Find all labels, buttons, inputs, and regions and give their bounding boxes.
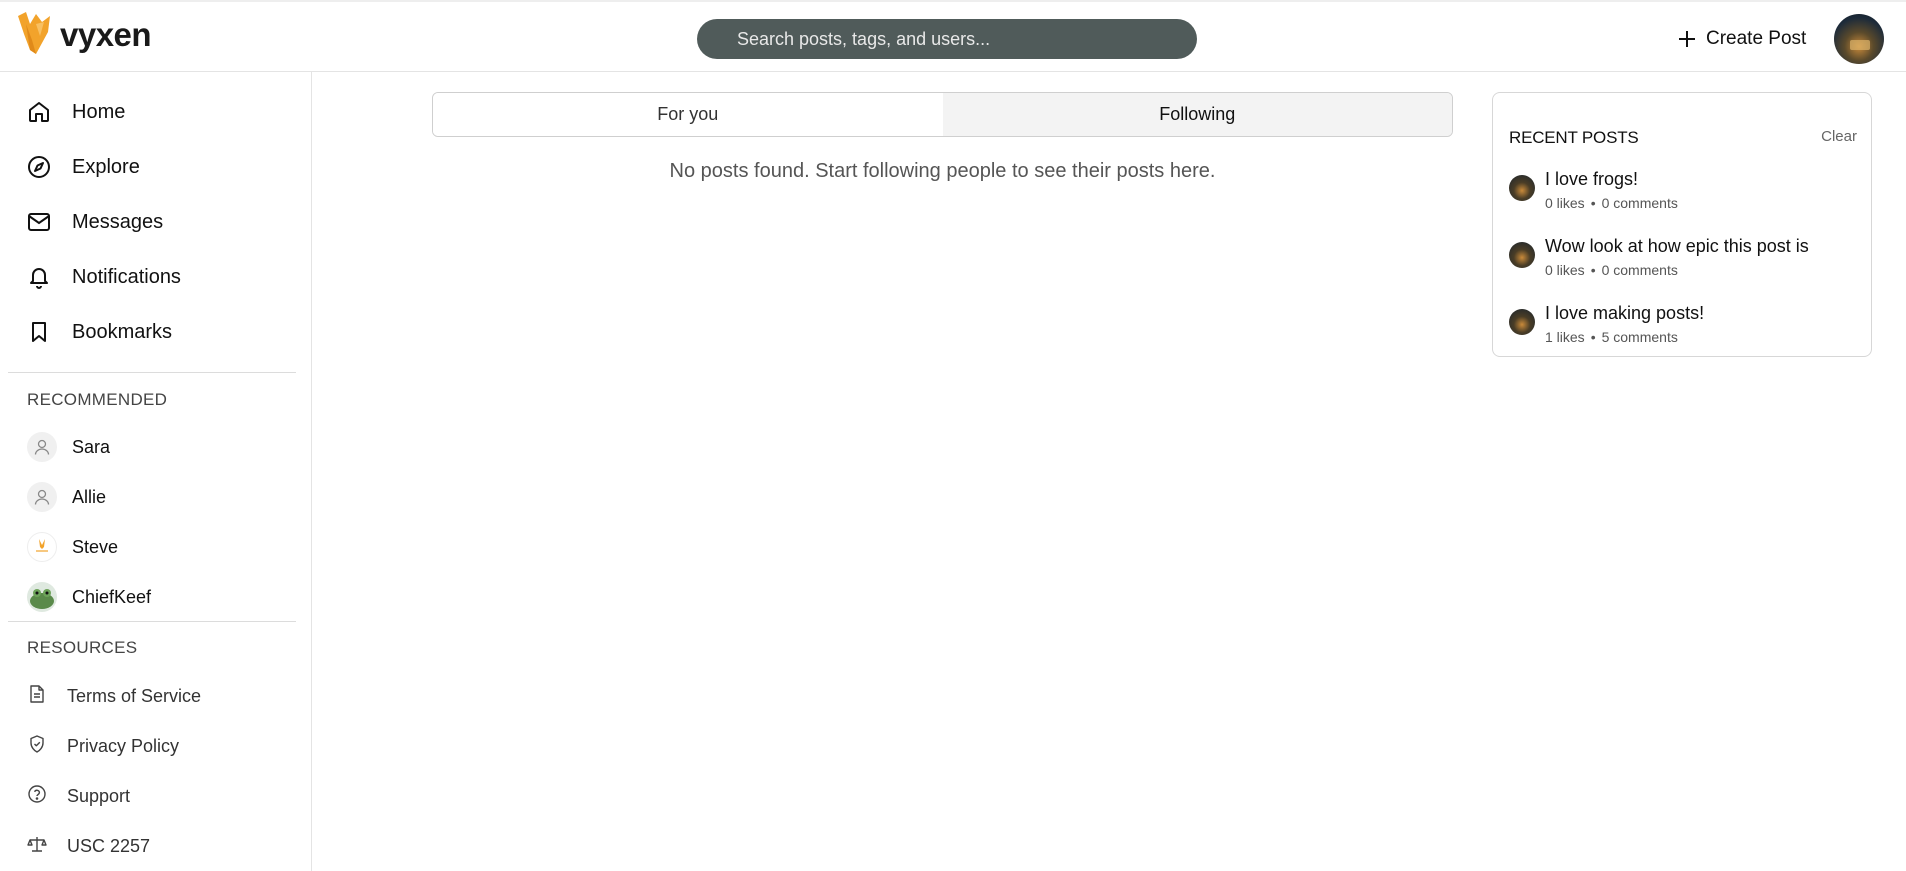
recent-post-title: I love making posts!	[1545, 303, 1705, 323]
user-placeholder-icon	[27, 432, 57, 462]
fox-logo-icon	[18, 12, 50, 54]
frog-avatar-icon	[27, 582, 57, 612]
tab-following[interactable]: Following	[942, 93, 1452, 136]
sidebar: Home Explore Messages Notifications Book…	[0, 72, 312, 871]
recommended-user-name: Steve	[72, 536, 119, 557]
recent-post-meta: 1 likes • 5 comments	[1545, 329, 1678, 345]
comments-count: 0 comments	[1601, 195, 1678, 211]
document-icon	[27, 684, 47, 709]
help-icon	[27, 784, 47, 809]
separator-dot: •	[1590, 195, 1596, 211]
post-author-avatar	[1509, 242, 1535, 268]
recent-post-item[interactable]: I love frogs! 0 likes • 0 comments	[1509, 169, 1859, 219]
recent-post-item[interactable]: I love making posts! 1 likes • 5 comments	[1509, 303, 1859, 353]
sidebar-item-home[interactable]: Home	[26, 92, 125, 132]
clear-recent-button[interactable]: Clear	[1821, 128, 1857, 145]
sidebar-item-label: Messages	[72, 210, 164, 233]
comments-count: 0 comments	[1601, 262, 1678, 278]
sidebar-item-explore[interactable]: Explore	[26, 147, 140, 187]
recommended-title: RECOMMENDED	[27, 390, 168, 409]
divider	[8, 621, 296, 622]
create-post-button[interactable]: Create Post	[1678, 24, 1806, 54]
resource-usc-2257[interactable]: USC 2257	[27, 831, 150, 861]
resource-label: Support	[67, 785, 131, 806]
separator-dot: •	[1590, 329, 1596, 345]
recommended-user-name: Sara	[72, 436, 111, 457]
recommended-user-allie[interactable]: Allie	[27, 481, 106, 513]
user-avatar[interactable]	[1834, 14, 1884, 64]
logo-text: vyxen	[60, 16, 152, 53]
create-post-label: Create Post	[1706, 28, 1807, 49]
resource-terms-of-service[interactable]: Terms of Service	[27, 681, 201, 711]
recent-post-item[interactable]: Wow look at how epic this post is 0 like…	[1509, 236, 1859, 286]
recent-post-meta: 0 likes • 0 comments	[1545, 262, 1678, 278]
tab-for-you[interactable]: For you	[433, 93, 943, 136]
recommended-user-sara[interactable]: Sara	[27, 431, 110, 463]
sidebar-item-notifications[interactable]: Notifications	[26, 257, 181, 297]
bookmark-icon	[26, 319, 52, 345]
recommended-user-name: ChiefKeef	[72, 586, 152, 607]
resource-privacy-policy[interactable]: Privacy Policy	[27, 731, 179, 761]
plus-icon	[1679, 31, 1695, 47]
resource-support[interactable]: Support	[27, 781, 130, 811]
user-placeholder-icon	[27, 482, 57, 512]
sidebar-item-messages[interactable]: Messages	[26, 202, 163, 242]
compass-icon	[26, 154, 52, 180]
recent-post-meta: 0 likes • 0 comments	[1545, 195, 1678, 211]
recommended-user-chiefkeef[interactable]: ChiefKeef	[27, 581, 151, 613]
likes-count: 0 likes	[1545, 195, 1585, 211]
bell-icon	[26, 264, 52, 290]
scale-icon	[27, 834, 47, 859]
recent-posts-card: RECENT POSTS Clear I love frogs! 0 likes…	[1492, 92, 1872, 357]
likes-count: 0 likes	[1545, 262, 1585, 278]
search-placeholder: Search posts, tags, and users...	[737, 28, 991, 49]
sidebar-item-bookmarks[interactable]: Bookmarks	[26, 312, 172, 352]
likes-count: 1 likes	[1545, 329, 1585, 345]
sidebar-item-label: Notifications	[72, 265, 181, 288]
feed-tabs: For you Following	[432, 92, 1453, 137]
home-icon	[26, 99, 52, 125]
comments-count: 5 comments	[1601, 329, 1678, 345]
divider	[8, 372, 296, 373]
mail-icon	[26, 209, 52, 235]
vyxen-logo-avatar-icon	[27, 532, 57, 562]
resources-title: RESOURCES	[27, 638, 138, 657]
post-author-avatar	[1509, 309, 1535, 335]
recommended-user-name: Allie	[72, 486, 107, 507]
separator-dot: •	[1590, 262, 1596, 278]
resource-label: Terms of Service	[67, 685, 202, 706]
post-author-avatar	[1509, 175, 1535, 201]
sidebar-item-label: Home	[72, 100, 126, 123]
top-header: vyxen Search posts, tags, and users... C…	[0, 0, 1906, 72]
resource-label: USC 2257	[67, 835, 151, 856]
shield-icon	[27, 734, 47, 759]
recommended-user-steve[interactable]: Steve	[27, 531, 118, 563]
recent-posts-title: RECENT POSTS	[1509, 128, 1639, 147]
empty-feed-message: No posts found. Start following people t…	[669, 160, 1216, 182]
sidebar-item-label: Bookmarks	[72, 320, 173, 343]
logo[interactable]: vyxen	[14, 10, 152, 60]
sidebar-item-label: Explore	[72, 155, 140, 178]
resource-label: Privacy Policy	[67, 735, 180, 756]
search-input[interactable]: Search posts, tags, and users...	[697, 19, 1197, 59]
recent-post-title: Wow look at how epic this post is	[1545, 236, 1809, 256]
recent-post-title: I love frogs!	[1545, 169, 1639, 189]
